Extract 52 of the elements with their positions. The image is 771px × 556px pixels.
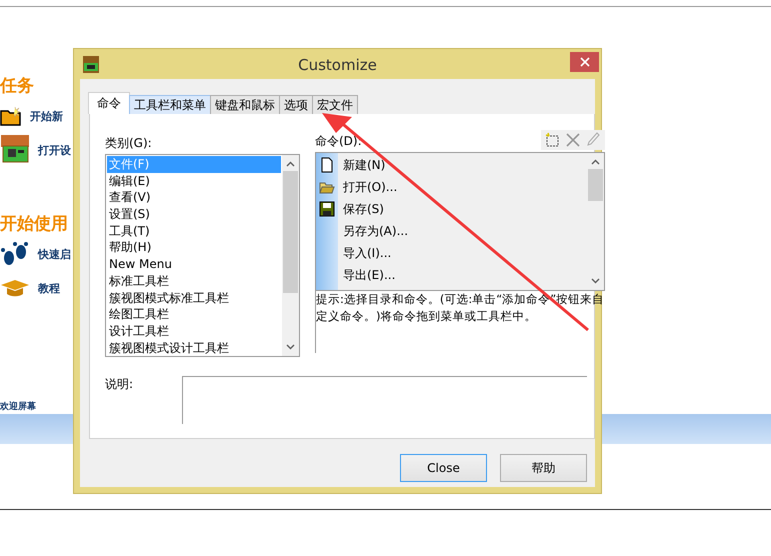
- welcome-screen-link[interactable]: 欢迎屏幕: [0, 400, 36, 413]
- app-logo-icon: [83, 56, 99, 72]
- scrollbar[interactable]: [587, 153, 604, 290]
- category-item[interactable]: 设置(S): [107, 206, 281, 223]
- category-item[interactable]: 绘图工具栏: [107, 306, 281, 323]
- category-item[interactable]: 簇视图模式设计工具栏: [107, 340, 281, 356]
- graduation-cap-icon: [0, 279, 30, 297]
- command-label: 命令(D):: [315, 133, 362, 150]
- task-link[interactable]: 快速启: [38, 246, 71, 262]
- page-icon: [319, 157, 335, 173]
- command-item[interactable]: 另存为(A)...: [338, 222, 408, 240]
- scroll-down-icon: [286, 344, 295, 350]
- command-item[interactable]: 新建(N): [338, 156, 386, 174]
- category-item[interactable]: 簇视图模式标准工具栏: [107, 290, 281, 306]
- scroll-up-icon: [286, 161, 295, 167]
- command-item[interactable]: 打开(O)...: [338, 178, 398, 196]
- folder-icon: [0, 106, 22, 126]
- close-dialog-button[interactable]: Close: [400, 454, 487, 482]
- scroll-up-icon: [591, 159, 600, 165]
- section-title: 开始使用: [0, 213, 69, 236]
- command-item[interactable]: 导出(E)...: [338, 266, 396, 284]
- close-button[interactable]: [570, 52, 599, 72]
- footprints-icon: [0, 241, 30, 267]
- tab[interactable]: 键盘和鼠标: [210, 95, 280, 114]
- category-item[interactable]: 帮助(H): [107, 239, 281, 256]
- tab[interactable]: 工具栏和菜单: [129, 95, 211, 114]
- tab[interactable]: 命令: [88, 92, 130, 114]
- command-item[interactable]: 保存(S): [338, 200, 384, 218]
- help-button[interactable]: 帮助: [500, 454, 587, 482]
- close-icon: [580, 57, 590, 67]
- task-link[interactable]: 打开设: [38, 142, 71, 158]
- tab[interactable]: 宏文件: [312, 95, 358, 114]
- scrollbar[interactable]: [282, 155, 299, 356]
- window-title: Customize: [297, 56, 378, 74]
- scrollbar-thumb[interactable]: [588, 169, 603, 201]
- new-item-icon[interactable]: [545, 132, 561, 148]
- command-item[interactable]: 导入(I)...: [338, 244, 392, 262]
- scrollbar-thumb[interactable]: [283, 171, 298, 293]
- category-label: 类别(G):: [105, 135, 153, 152]
- category-item[interactable]: 工具(T): [107, 222, 281, 240]
- category-item[interactable]: 查看(V): [107, 189, 281, 206]
- task-link[interactable]: 教程: [38, 280, 60, 296]
- category-item[interactable]: 编辑(E): [107, 172, 281, 190]
- task-link[interactable]: 开始新: [30, 108, 63, 124]
- category-item[interactable]: 标准工具栏: [107, 272, 281, 290]
- description-label: 说明:: [105, 376, 134, 393]
- scroll-down-icon: [591, 278, 600, 284]
- category-item[interactable]: New Menu: [107, 256, 281, 273]
- category-item[interactable]: 设计工具栏: [107, 322, 281, 340]
- hint-text: 提示:选择目录和命令。(可选:单击“添加命令”按钮来自定义命令。)将命令拖到菜单或工具栏中。: [315, 291, 606, 353]
- tab[interactable]: 选项: [279, 95, 313, 114]
- pencil-icon[interactable]: [585, 132, 601, 148]
